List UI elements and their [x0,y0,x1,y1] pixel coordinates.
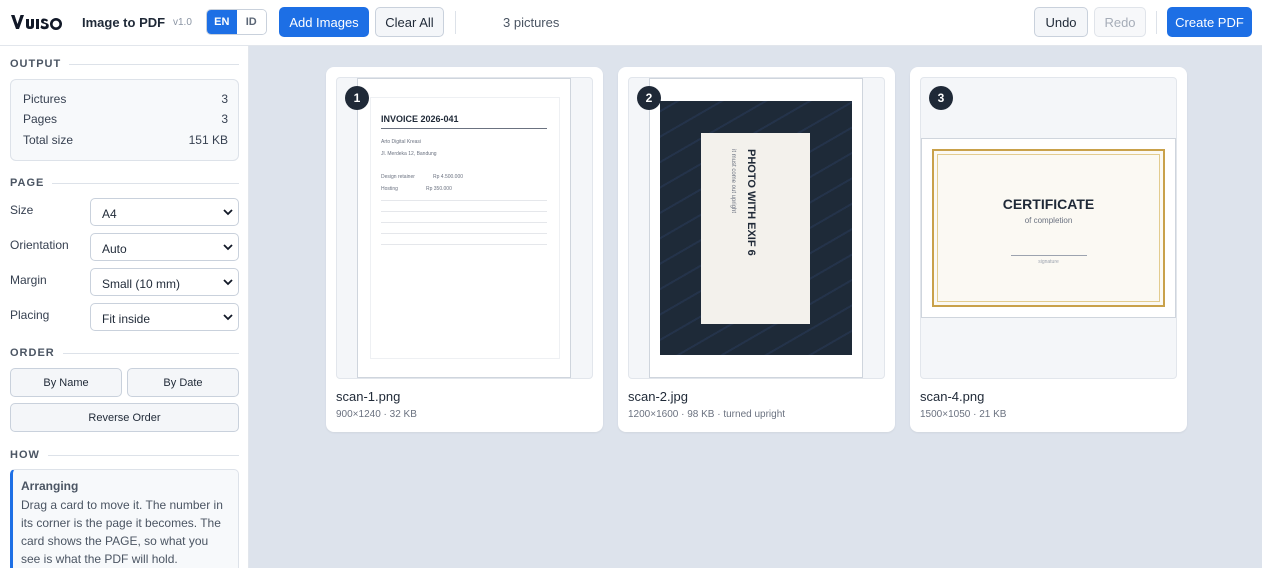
section-order: ORDER [10,347,239,359]
invoice-document: INVOICE 2026-041 Arto Digital Kreasi Jl.… [370,97,560,359]
photo-subtitle: it must come out upright [730,149,736,214]
how-text: Drag a card to move it. The number in it… [21,498,223,566]
stat-pages: Pages 3 [23,112,228,126]
invoice-item-label: Hosting [381,186,398,192]
reverse-order-button[interactable]: Reverse Order [10,403,239,432]
certificate-subtitle: of completion [1024,216,1073,225]
orientation-row: Orientation Auto [10,233,239,261]
image-card[interactable]: 3 CERTIFICATE of completion signature sc… [910,67,1187,432]
margin-row: Margin Small (10 mm) [10,268,239,296]
page-sheet: INVOICE 2026-041 Arto Digital Kreasi Jl.… [357,78,571,378]
sort-by-date-button[interactable]: By Date [127,368,239,397]
chevron-down-icon [223,244,233,251]
file-meta: 1500×1050 · 21 KB [920,409,1007,420]
file-name: scan-1.png [336,389,401,404]
page-number-badge: 1 [345,86,369,110]
section-how: HOW [10,449,239,461]
certificate-title: CERTIFICATE [1002,196,1095,212]
certificate-image: CERTIFICATE of completion signature [932,149,1165,307]
create-pdf-button[interactable]: Create PDF [1167,7,1252,37]
file-meta: 900×1240 · 32 KB [336,409,417,420]
page-number-badge: 3 [929,86,953,110]
image-card[interactable]: 1 INVOICE 2026-041 Arto Digital Kreasi J… [326,67,603,432]
card-preview: 1 INVOICE 2026-041 Arto Digital Kreasi J… [336,77,593,379]
placing-row: Placing Fit inside [10,303,239,331]
orientation-select[interactable]: Auto [90,233,239,261]
how-heading: Arranging [21,479,79,493]
invoice-title: INVOICE 2026-041 [381,114,459,124]
page-number-badge: 2 [637,86,661,110]
photo-title: PHOTO WITH EXIF 6 [745,149,757,256]
redo-button[interactable]: Redo [1094,7,1146,37]
invoice-address: Jl. Merdeka 12, Bandung [381,151,437,157]
page-sheet: PHOTO WITH EXIF 6 it must come out uprig… [649,78,863,378]
page-size-select[interactable]: A4 [90,198,239,226]
lang-en-button[interactable]: EN [207,10,237,34]
sort-by-name-button[interactable]: By Name [10,368,122,397]
picture-count: 3 pictures [503,15,560,30]
vuiso-logo-icon [11,15,62,30]
invoice-item-value: Rp 4.500.000 [433,174,464,180]
clear-all-button[interactable]: Clear All [375,7,444,37]
stat-pictures: Pictures 3 [23,92,228,106]
toolbar-divider [455,11,456,34]
chevron-down-icon [223,279,233,286]
file-name: scan-4.png [920,389,985,404]
certificate-signature-label: signature [1038,259,1059,265]
file-meta: 1200×1600 · 98 KB · turned upright [628,409,786,420]
invoice-item-label: Design retainer [381,174,415,180]
sidebar: OUTPUT Pictures 3 Pages 3 Total size 151… [0,46,249,568]
chevron-down-icon [223,314,233,321]
how-help-box: Arranging Drag a card to move it. The nu… [10,469,239,568]
margin-select[interactable]: Small (10 mm) [90,268,239,296]
photo-paper: PHOTO WITH EXIF 6 it must come out uprig… [701,133,810,324]
lang-id-button[interactable]: ID [236,10,266,34]
stat-total-size: Total size 151 KB [23,133,228,147]
app-version: v1.0 [173,17,192,28]
add-images-button[interactable]: Add Images [279,7,369,37]
top-bar: Image to PDF v1.0 EN ID Add Images Clear… [0,0,1262,46]
section-output: OUTPUT [10,58,239,70]
invoice-item-value: Rp 350.000 [426,186,452,192]
page-size-row: Size A4 [10,198,239,226]
page-sheet: CERTIFICATE of completion signature [921,138,1176,318]
chevron-down-icon [223,209,233,216]
app-title: Image to PDF [82,15,166,30]
section-page: PAGE [10,177,239,189]
undo-button[interactable]: Undo [1034,7,1088,37]
card-preview: 2 PHOTO WITH EXIF 6 it must come out upr… [628,77,885,379]
invoice-company: Arto Digital Kreasi [381,139,422,145]
language-switch: EN ID [206,9,267,35]
file-name: scan-2.jpg [628,389,688,404]
output-stats: Pictures 3 Pages 3 Total size 151 KB [10,79,239,161]
photo-image: PHOTO WITH EXIF 6 it must come out uprig… [660,101,852,355]
placing-select[interactable]: Fit inside [90,303,239,331]
card-preview: 3 CERTIFICATE of completion signature [920,77,1177,379]
image-card[interactable]: 2 PHOTO WITH EXIF 6 it must come out upr… [618,67,895,432]
toolbar-divider [1156,11,1157,34]
